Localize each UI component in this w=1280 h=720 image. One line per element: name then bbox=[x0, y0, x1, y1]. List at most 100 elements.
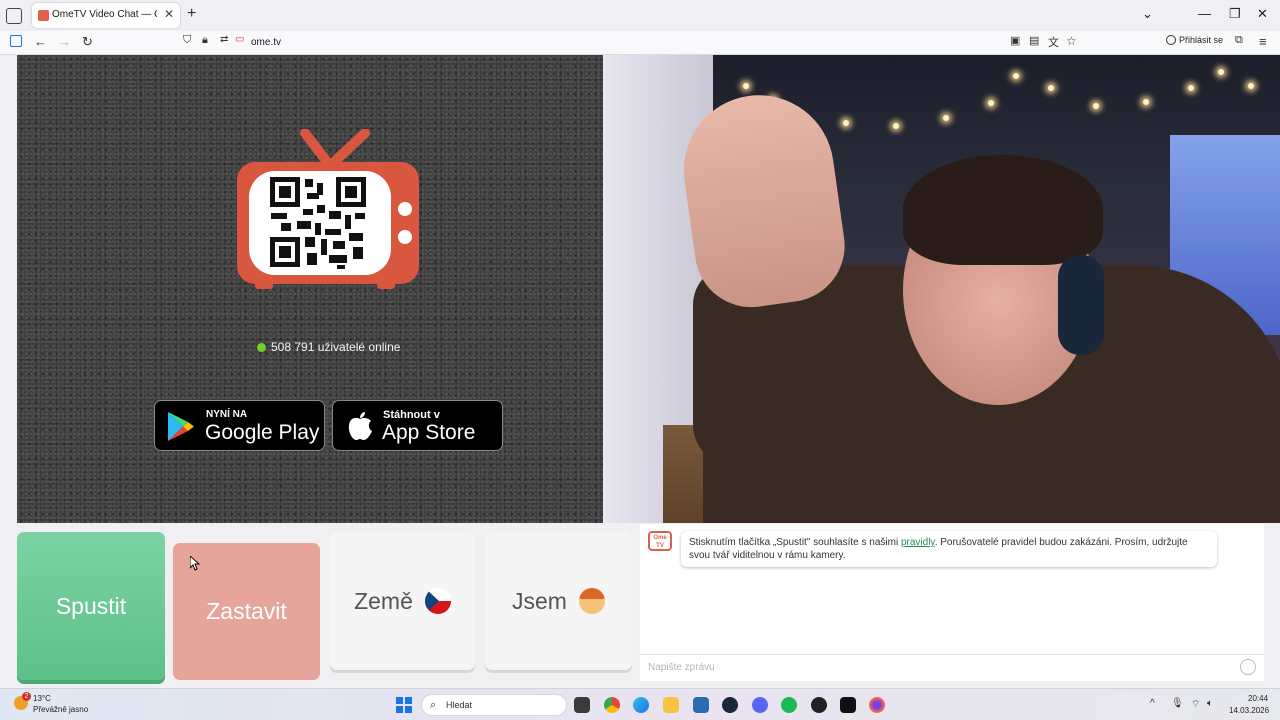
ometv-chat-logo: Ome TV bbox=[648, 531, 672, 551]
online-status-dot bbox=[257, 343, 266, 352]
gender-button-label: Jsem bbox=[512, 587, 567, 614]
volume-icon[interactable]: 🔈︎ bbox=[1207, 698, 1213, 709]
microphone-icon[interactable]: 🎙︎ bbox=[1171, 698, 1184, 709]
gender-button[interactable]: Jsem bbox=[485, 532, 632, 670]
google-play-big-text: Google Play bbox=[205, 421, 320, 444]
online-users-counter: 508 791 uživatelé online bbox=[257, 340, 400, 354]
new-tab-icon[interactable]: + bbox=[187, 5, 196, 23]
browser-tab-bar: OmeTV Video Chat — Omegle ✕ + ⌄ — ❐ ✕ bbox=[0, 0, 1280, 31]
self-camera-video bbox=[603, 55, 1280, 523]
emoji-smile-icon[interactable] bbox=[1240, 659, 1256, 675]
ometv-favicon-icon bbox=[38, 10, 49, 21]
bookmark-star-icon[interactable]: ☆ bbox=[1066, 34, 1077, 48]
czech-flag-icon bbox=[424, 588, 451, 614]
search-icon: ⌕ bbox=[430, 699, 437, 711]
clock-time[interactable]: 20:44 bbox=[1248, 694, 1268, 703]
app-store-big-text: App Store bbox=[382, 421, 476, 444]
online-users-text: 508 791 uživatelé online bbox=[271, 340, 401, 354]
video-person-hair bbox=[903, 155, 1103, 265]
taskbar-search-label: Hledat bbox=[446, 700, 473, 710]
string-light bbox=[1143, 99, 1149, 105]
weather-temperature[interactable]: 13°C bbox=[33, 694, 51, 703]
windows-taskbar: 2 13°C Převážně jasno ⌕ Hledat ^ 🎙︎ ⌔ 🔈︎… bbox=[0, 688, 1280, 720]
close-tab-icon[interactable]: ✕ bbox=[164, 7, 174, 21]
video-headphones bbox=[1058, 255, 1104, 355]
partner-video-placeholder: 508 791 uživatelé online NYNÍ NA Google … bbox=[17, 55, 603, 523]
tab-ometv[interactable]: OmeTV Video Chat — Omegle ✕ bbox=[32, 3, 180, 28]
string-light bbox=[1093, 103, 1099, 109]
tab-list-icon[interactable] bbox=[6, 8, 22, 24]
string-light bbox=[988, 100, 994, 106]
translate-icon[interactable]: 文 bbox=[1048, 34, 1059, 50]
mouse-cursor-icon bbox=[190, 556, 200, 571]
windows-start-icon[interactable] bbox=[396, 697, 412, 713]
tracking-shield-icon[interactable]: ⛉ bbox=[183, 34, 191, 47]
steam-icon[interactable] bbox=[722, 697, 738, 713]
sidebar-icon[interactable] bbox=[10, 35, 22, 47]
google-play-button[interactable]: NYNÍ NA Google Play bbox=[154, 400, 325, 451]
reader-icon[interactable]: ▤ bbox=[1029, 34, 1039, 47]
chrome-icon[interactable] bbox=[604, 697, 620, 713]
permissions-icon[interactable]: ⇄ bbox=[220, 34, 228, 45]
clock-date[interactable]: 14.03.2026 bbox=[1229, 706, 1269, 715]
weather-description[interactable]: Převážně jasno bbox=[33, 705, 88, 714]
extensions-icon[interactable]: ⧉ bbox=[1235, 34, 1243, 47]
rules-link[interactable]: pravidly bbox=[901, 537, 935, 548]
app-store-button[interactable]: Stáhnout v App Store bbox=[332, 400, 503, 451]
start-button[interactable]: Spustit bbox=[17, 532, 165, 680]
spotify-icon[interactable] bbox=[781, 697, 797, 713]
string-light bbox=[743, 83, 749, 89]
back-icon[interactable]: ← bbox=[34, 34, 47, 49]
boy-emoji-icon bbox=[578, 588, 605, 614]
string-light bbox=[1188, 85, 1194, 91]
camera-active-icon[interactable]: ▭ bbox=[235, 34, 244, 45]
chat-panel: Ome TV Stisknutím tlačítka „Spustit" sou… bbox=[640, 524, 1264, 681]
task-view-icon[interactable] bbox=[574, 697, 590, 713]
maximize-icon[interactable]: ❐ bbox=[1229, 6, 1241, 22]
signin-button[interactable]: Přihlásit se bbox=[1166, 35, 1223, 51]
apple-icon bbox=[348, 412, 372, 440]
chat-input-bar[interactable]: Napište zprávu bbox=[640, 654, 1264, 679]
account-icon bbox=[1166, 35, 1176, 45]
string-light bbox=[893, 123, 899, 129]
notepad-icon[interactable] bbox=[693, 697, 709, 713]
system-message-text-1: Stisknutím tlačítka „Spustit" souhlasíte… bbox=[689, 537, 901, 548]
google-play-icon bbox=[168, 412, 194, 441]
wifi-icon[interactable]: ⌔ bbox=[1191, 698, 1200, 711]
google-play-small-text: NYNÍ NA bbox=[206, 409, 248, 420]
chat-input-placeholder[interactable]: Napište zprávu bbox=[648, 662, 715, 673]
taskbar-search[interactable]: ⌕ Hledat bbox=[421, 694, 567, 716]
system-message: Stisknutím tlačítka „Spustit" souhlasíte… bbox=[681, 531, 1217, 567]
tray-overflow-chevron-icon[interactable]: ^ bbox=[1150, 698, 1155, 709]
obs-icon[interactable] bbox=[811, 697, 827, 713]
menu-icon[interactable]: ≡ bbox=[1259, 34, 1267, 49]
file-explorer-icon[interactable] bbox=[663, 697, 679, 713]
tab-overflow-chevron-icon[interactable]: ⌄ bbox=[1142, 6, 1153, 22]
weather-badge: 2 bbox=[22, 692, 31, 701]
navigation-bar: ← → ↻ ⛉ 🔒︎ ⇄ ▭ ome.tv ▣ ▤ 文 ☆ Přihlásit … bbox=[0, 31, 1280, 55]
reload-icon[interactable]: ↻ bbox=[82, 34, 93, 50]
tab-title: OmeTV Video Chat — Omegle bbox=[52, 9, 157, 20]
page-content: 508 791 uživatelé online NYNÍ NA Google … bbox=[0, 55, 1280, 688]
country-button-label: Země bbox=[354, 587, 413, 614]
app-store-small-text: Stáhnout v bbox=[383, 409, 440, 421]
string-light bbox=[1013, 73, 1019, 79]
string-light bbox=[1218, 69, 1224, 75]
forward-icon[interactable]: → bbox=[58, 34, 71, 49]
minimize-icon[interactable]: — bbox=[1198, 6, 1211, 21]
ometv-qr-logo bbox=[237, 129, 419, 289]
close-window-icon[interactable]: ✕ bbox=[1257, 6, 1268, 22]
capcut-icon[interactable] bbox=[840, 697, 856, 713]
string-light bbox=[1248, 83, 1254, 89]
pip-icon[interactable]: ▣ bbox=[1010, 34, 1020, 47]
discord-icon[interactable] bbox=[752, 697, 768, 713]
string-light bbox=[843, 120, 849, 126]
start-button-label: Spustit bbox=[55, 592, 127, 619]
country-button[interactable]: Země bbox=[330, 532, 475, 670]
lock-icon[interactable]: 🔒︎ bbox=[202, 34, 208, 47]
url-bar-text[interactable]: ome.tv bbox=[251, 37, 281, 48]
string-light bbox=[943, 115, 949, 121]
firefox-icon[interactable] bbox=[869, 697, 885, 713]
string-light bbox=[1048, 85, 1054, 91]
edge-icon[interactable] bbox=[633, 697, 649, 713]
